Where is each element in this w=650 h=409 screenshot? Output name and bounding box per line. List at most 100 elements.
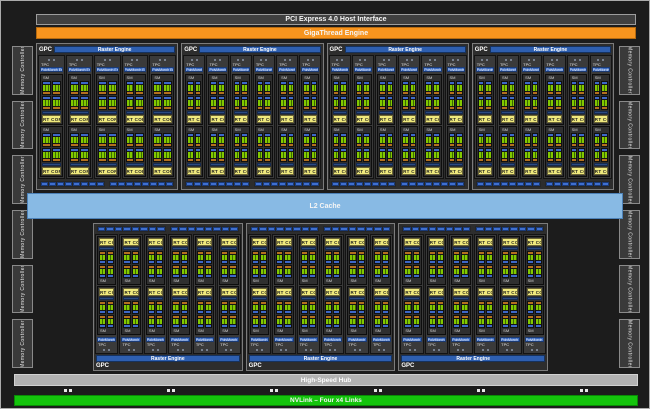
memory-controller-block: Memory Controller [619, 265, 640, 314]
core-partition [509, 148, 516, 162]
cuda-core-block [219, 151, 224, 159]
cuda-core-block [258, 99, 263, 107]
core-partition [288, 96, 295, 110]
core-partition [387, 148, 394, 162]
register-cache-strip [261, 261, 266, 263]
gpc-block: Raster EngineGPCTPCPolyMorph EngineSMRT … [93, 223, 243, 371]
texture-unit-dot [433, 349, 435, 351]
core-partition [42, 81, 51, 95]
tensor-core-strip [312, 92, 317, 94]
tensor-core-strip [219, 144, 224, 146]
cuda-core-block [173, 304, 178, 311]
cuda-core-block [182, 318, 187, 325]
core-partition [429, 265, 436, 278]
sm-label: SM [301, 329, 316, 333]
tensor-core-strip [502, 144, 507, 146]
texture-unit-dots [500, 347, 519, 352]
core-partition [257, 133, 264, 147]
sm-label: SM [547, 76, 561, 80]
cuda-core-block [127, 99, 134, 107]
texture-unit-dot [128, 349, 130, 351]
l1-cache-strip [449, 111, 463, 114]
cuda-core-block [261, 304, 266, 311]
rt-core-bar: RT CORE [425, 167, 439, 175]
sm-core-grid [402, 133, 416, 162]
l1-cache-strip [429, 297, 444, 300]
texture-unit-dots [372, 347, 391, 352]
cuda-core-block [265, 151, 270, 159]
core-partition [410, 148, 417, 162]
tensor-core-strip [154, 92, 161, 94]
cuda-core-block [258, 151, 263, 159]
polymorph-engine-bar: PolyMorph Engine [151, 67, 174, 72]
texture-unit-dot [597, 59, 599, 61]
l1-cache-strip [70, 111, 89, 114]
texture-unit-dot [409, 349, 411, 351]
tpc-block: TPCPolyMorph EngineSMRT CORESMRT CORE [400, 234, 423, 354]
sm-core-grid [126, 133, 145, 162]
register-cache-strip [326, 311, 331, 313]
rt-core-bar: RT CORE [98, 167, 117, 175]
rop-unit [202, 182, 209, 186]
memory-controller-block: Memory Controller [12, 319, 33, 368]
core-partition [218, 148, 225, 162]
polymorph-engine-bar: PolyMorph Engine [592, 67, 610, 72]
l1-cache-strip [257, 163, 271, 166]
core-partition [276, 301, 283, 314]
sm-label: SM [502, 279, 517, 283]
rt-core-bar: RT CORE [210, 167, 224, 175]
rop-unit [441, 182, 448, 186]
cuda-core-block [312, 84, 317, 92]
register-cache-strip [133, 311, 138, 313]
core-partition [301, 301, 308, 314]
rop-unit [49, 182, 56, 186]
gpc-header: Raster EngineGPC [400, 355, 546, 369]
l1-cache-strip [349, 297, 364, 300]
cuda-core-block [304, 84, 309, 92]
rop-group [476, 181, 541, 187]
rt-core-bar: RT CORE [349, 288, 364, 296]
sm-block: SMRT CORE [569, 74, 587, 125]
core-partition [148, 265, 155, 278]
cuda-core-block [100, 268, 105, 275]
register-cache-strip [198, 311, 203, 313]
core-partition [108, 148, 117, 162]
register-cache-strip [206, 311, 211, 313]
cuda-core-block [302, 304, 307, 311]
gpc-block: GPCRaster EngineTPCPolyMorph EngineSMRT … [327, 43, 469, 190]
cuda-core-block [479, 254, 484, 261]
core-partition [478, 96, 485, 110]
tensor-core-strip [154, 144, 161, 146]
rt-core-bar: RT CORE [449, 115, 463, 123]
cuda-core-block [43, 151, 50, 159]
tensor-core-strip [53, 92, 60, 94]
sm-block: SMRT CORE [377, 126, 395, 177]
cuda-core-block [528, 254, 533, 261]
cuda-core-block [510, 136, 515, 144]
rop-unit [519, 227, 526, 231]
tensor-core-strip [525, 107, 530, 109]
rt-core-bar: RT CORE [594, 115, 608, 123]
cuda-core-block [100, 318, 105, 325]
cuda-core-block [533, 136, 538, 144]
tensor-core-strip [364, 92, 369, 94]
sm-block: SMRT CORE [274, 286, 293, 335]
sm-label: SM [221, 279, 236, 283]
rt-core-bar: RT CORE [252, 288, 267, 296]
cuda-core-block [164, 84, 171, 92]
cuda-core-block [341, 99, 346, 107]
register-cache-strip [430, 275, 435, 277]
memory-controller-block: Memory Controller [619, 319, 640, 368]
l1-cache-strip [303, 111, 317, 114]
tensor-core-strip [258, 144, 263, 146]
tensor-core-strip [380, 144, 385, 146]
core-partition [132, 251, 139, 264]
raster-engine-bar: Raster Engine [345, 46, 466, 53]
rop-unit [302, 227, 309, 231]
sm-core-grid [502, 251, 517, 278]
cuda-core-block [388, 136, 393, 144]
texture-unit-dot [602, 59, 604, 61]
core-partition [532, 148, 539, 162]
core-partition [402, 148, 409, 162]
l1-cache-strip [99, 297, 114, 300]
